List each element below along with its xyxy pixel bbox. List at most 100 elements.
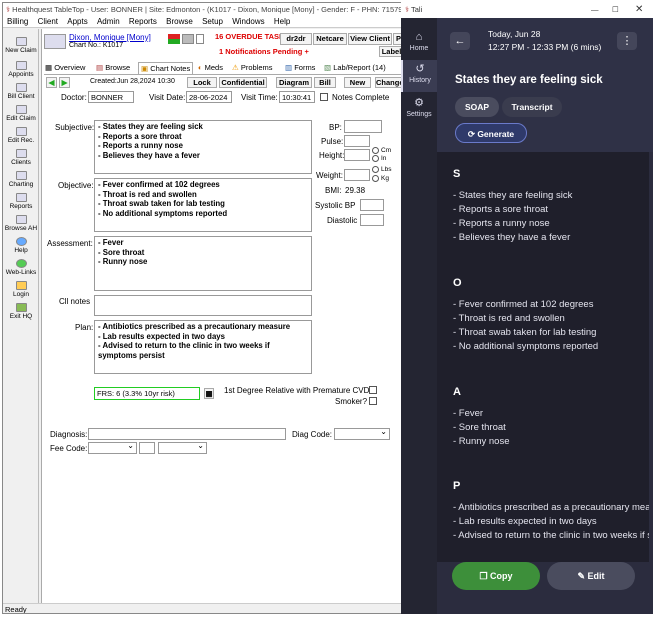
menu-billing[interactable]: Billing [7, 16, 28, 28]
netcare-button[interactable]: Netcare [313, 33, 347, 45]
tab-forms[interactable]: ▥ Forms [285, 62, 315, 74]
sidebar-item-web-links[interactable]: Web-Links [3, 259, 39, 276]
cvd-relative-checkbox[interactable] [369, 386, 377, 394]
back-button[interactable]: ← [450, 32, 470, 50]
menu-bar: Billing Client Appts Admin Reports Brows… [3, 16, 401, 28]
patient-name-link[interactable]: Dixon, Monique [Mony] [69, 33, 151, 42]
pencil-icon: ✎ [577, 571, 586, 581]
tab-meds[interactable]: ◐ Meds [198, 62, 223, 74]
subjective-textarea[interactable]: - States they are feeling sick - Reports… [94, 120, 312, 174]
fee-units-field[interactable] [139, 442, 155, 454]
frs-score-field[interactable]: FRS: 6 (3.3% 10yr risk) [94, 387, 200, 400]
sidebar-item-bill-client[interactable]: Bill Client [3, 83, 39, 100]
sidebar-item-clients[interactable]: Clients [3, 149, 39, 166]
sidebar-item-reports[interactable]: Reports [3, 193, 39, 210]
overdue-tasks-alert[interactable]: 16 OVERDUE TASKS [215, 32, 289, 41]
copy-button[interactable]: ❐ Copy [452, 562, 540, 590]
confidential-button[interactable]: Confidential [219, 77, 267, 88]
fee-code-select[interactable] [88, 441, 137, 454]
plan-textarea[interactable]: - Antibiotics prescribed as a precaution… [94, 320, 312, 374]
sidebar-item-login[interactable]: Login [3, 281, 39, 298]
add-notification-icon[interactable]: + [304, 47, 308, 56]
tab-overview[interactable]: ▦ Overview [45, 62, 85, 74]
sidebar-item-help[interactable]: Help [3, 237, 39, 254]
next-note-icon[interactable]: ▶ [59, 77, 70, 88]
sidebar-item-appoints[interactable]: Appoints [3, 61, 39, 78]
edit-record-icon [15, 127, 27, 136]
maximize-icon[interactable]: ☐ [612, 2, 619, 18]
menu-admin[interactable]: Admin [97, 16, 120, 28]
visit-time-field[interactable]: 10:30:41 [279, 91, 315, 103]
menu-help[interactable]: Help [274, 16, 290, 28]
diagram-button[interactable]: Diagram [276, 77, 312, 88]
dr2dr-button[interactable]: dr2dr [280, 33, 312, 45]
menu-browse[interactable]: Browse [166, 16, 193, 28]
sidebar-item-exit-hq[interactable]: Exit HQ [3, 303, 39, 320]
bill-button[interactable]: Bill [314, 77, 336, 88]
label-button[interactable]: Label [379, 46, 401, 57]
sidebar-item-new-claim[interactable]: New Claim [3, 37, 39, 54]
menu-setup[interactable]: Setup [202, 16, 223, 28]
nav-history[interactable]: ↺ History [401, 60, 437, 92]
pulse-field[interactable] [344, 135, 370, 147]
nav-settings[interactable]: ⚙ Settings [401, 97, 437, 119]
diastolic-field[interactable] [360, 214, 384, 226]
tab-chart-notes[interactable]: ▣ Chart Notes [138, 62, 194, 74]
height-cm-radio[interactable] [372, 147, 379, 154]
view-client-button[interactable]: View Client [348, 33, 392, 45]
objective-textarea[interactable]: - Fever confirmed at 102 degrees - Throa… [94, 178, 312, 232]
nav-home[interactable]: ⌂ Home [401, 32, 437, 53]
weight-lbs-radio[interactable] [372, 166, 379, 173]
calculator-icon[interactable]: ▦ [204, 388, 214, 399]
lock-button[interactable]: Lock [187, 77, 217, 88]
assessment-label: Assessment: [47, 239, 93, 248]
edit-button[interactable]: ✎ Edit [547, 562, 635, 590]
pill-icon: ◐ [198, 63, 203, 72]
new-note-button[interactable]: New [344, 77, 371, 88]
prev-note-icon[interactable]: ◀ [46, 77, 57, 88]
sidebar-item-charting[interactable]: Charting [3, 171, 39, 188]
assessment-textarea[interactable]: - Fever - Sore throat - Runny nose [94, 236, 312, 291]
weight-field[interactable] [344, 169, 370, 181]
person-icon[interactable] [196, 34, 204, 44]
diag-code-select[interactable] [334, 427, 390, 440]
gear-icon: ⚙ [414, 97, 424, 109]
change-button[interactable]: Change [375, 77, 401, 88]
doctor-field[interactable]: BONNER [88, 91, 134, 103]
tab-soap[interactable]: SOAP [455, 97, 499, 117]
visit-date-field[interactable]: 28-06-2024 [186, 91, 232, 103]
menu-reports[interactable]: Reports [129, 16, 157, 28]
cll-notes-textarea[interactable] [94, 295, 312, 316]
section-p-heading: P [453, 480, 461, 492]
fee-modifier-select[interactable] [158, 441, 207, 454]
tab-lab-report[interactable]: ▧ Lab/Report (14) [324, 62, 386, 74]
height-field[interactable] [344, 149, 370, 161]
more-menu-button[interactable]: ⋮ [617, 32, 637, 50]
weight-kg-radio[interactable] [372, 175, 379, 182]
tab-problems[interactable]: ⚠ Problems [232, 62, 273, 74]
generate-button[interactable]: ⟳ Generate [455, 123, 527, 143]
menu-windows[interactable]: Windows [232, 16, 264, 28]
tali-summary: States they are feeling sick SOAP Transc… [437, 66, 653, 152]
charting-icon [15, 171, 27, 180]
bp-field[interactable] [344, 120, 382, 133]
sidebar-item-edit-rec[interactable]: Edit Rec. [3, 127, 39, 144]
grid-icon[interactable] [182, 34, 194, 44]
copy-icon: ❐ [479, 571, 488, 581]
sidebar-item-edit-claim[interactable]: Edit Claim [3, 105, 39, 122]
sidebar-item-browse-ah[interactable]: Browse AH [3, 215, 39, 232]
notifications-pending-alert[interactable]: 1 Notifications Pending + [219, 47, 309, 56]
systolic-field[interactable] [360, 199, 384, 211]
height-in-radio[interactable] [372, 155, 379, 162]
menu-appts[interactable]: Appts [67, 16, 87, 28]
smoker-checkbox[interactable] [369, 397, 377, 405]
healthquest-window: ⚕ Healthquest TableTop - User: BONNER | … [2, 2, 402, 614]
close-icon[interactable]: ✕ [635, 2, 643, 18]
body-scrollbar[interactable] [649, 152, 653, 562]
minimize-icon[interactable]: — [591, 2, 599, 18]
menu-client[interactable]: Client [38, 16, 58, 28]
tab-browse[interactable]: ▤ Browse [96, 62, 130, 74]
tab-transcript[interactable]: Transcript [502, 97, 562, 117]
diagnosis-field[interactable] [88, 428, 286, 440]
notes-complete-checkbox[interactable] [320, 93, 328, 101]
